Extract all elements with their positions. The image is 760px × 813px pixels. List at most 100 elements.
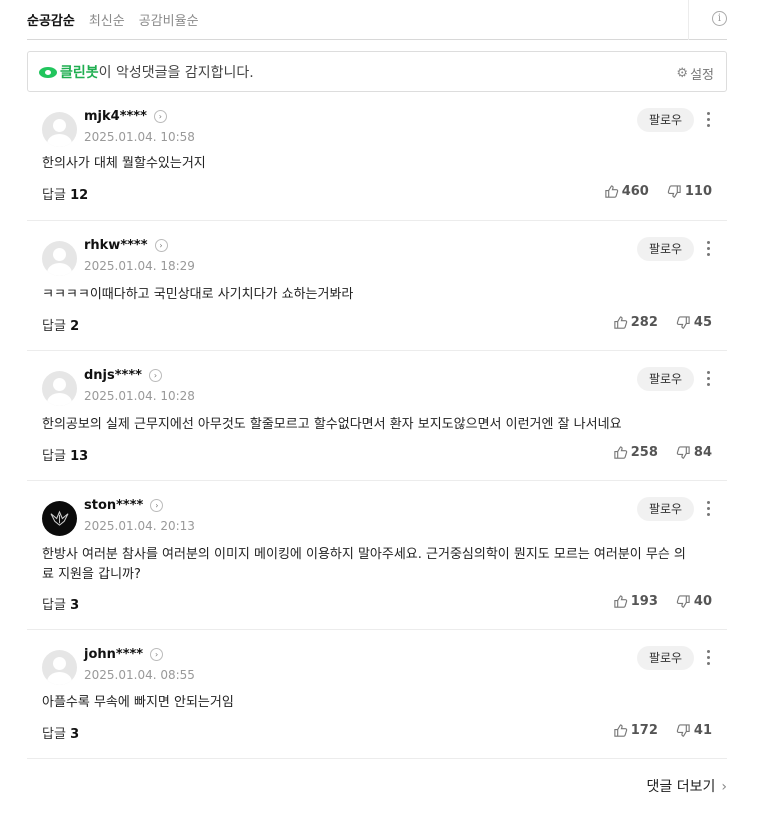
cleanbot-brand: 클린봇 — [60, 64, 99, 81]
comment-author[interactable]: mjk4**** › — [84, 109, 167, 124]
chevron-right-icon[interactable]: › — [150, 499, 164, 512]
thumbs-down-icon — [676, 316, 690, 329]
vote-group: 282 45 — [613, 315, 712, 330]
tab-sort-ratio[interactable]: 공감비율순 — [139, 10, 199, 29]
cleanbot-settings-button[interactable]: ⚙ 설정 — [676, 64, 714, 83]
dislike-count: 110 — [684, 184, 712, 199]
like-button[interactable]: 193 — [613, 594, 658, 609]
dislike-button[interactable]: 45 — [676, 315, 712, 330]
vote-group: 258 84 — [613, 445, 712, 460]
reply-button[interactable]: 답글 12 — [42, 184, 88, 203]
comment-author[interactable]: rhkw**** › — [84, 238, 168, 253]
settings-label: 설정 — [690, 68, 714, 83]
like-count: 193 — [630, 594, 658, 609]
thumbs-up-icon — [614, 724, 627, 737]
follow-button[interactable]: 팔로우 — [637, 367, 694, 391]
cleanbot-eye-icon — [38, 65, 58, 79]
thumbs-down-icon — [676, 446, 690, 459]
divider — [688, 0, 689, 40]
comment-author[interactable]: dnjs**** › — [84, 368, 162, 383]
dislike-button[interactable]: 41 — [676, 723, 712, 738]
comment-text: 한의사가 대체 뭘할수있는거지 — [42, 156, 206, 171]
dislike-count: 45 — [693, 315, 712, 330]
thumbs-up-icon — [614, 446, 627, 459]
dislike-button[interactable]: 110 — [667, 184, 712, 199]
tab-sort-likes[interactable]: 순공감순 — [27, 10, 75, 29]
more-options-icon[interactable] — [707, 649, 711, 667]
like-button[interactable]: 172 — [613, 723, 658, 738]
comment-text: 한의공보의 실제 근무지에선 아무것도 할줄모르고 할수없다면서 환자 보지도않… — [42, 417, 622, 432]
reply-count: 3 — [70, 598, 80, 613]
comment-date: 2025.01.04. 18:29 — [84, 259, 195, 273]
tab-sort-latest[interactable]: 최신순 — [89, 10, 125, 29]
comment-item: ston**** › 2025.01.04. 20:13 팔로우 한방사 여러분 … — [27, 481, 727, 630]
comment-text: 아플수록 무속에 빠지면 안되는거임 — [42, 695, 234, 710]
like-button[interactable]: 460 — [604, 184, 649, 199]
reply-button[interactable]: 답글 3 — [42, 594, 79, 613]
vote-group: 193 40 — [613, 594, 712, 609]
comment-date: 2025.01.04. 20:13 — [84, 519, 195, 533]
comment-item: john**** › 2025.01.04. 08:55 팔로우 아플수록 무속에… — [27, 630, 727, 759]
dislike-count: 40 — [693, 594, 712, 609]
comment-author[interactable]: john**** › — [84, 647, 164, 662]
like-count: 282 — [630, 315, 658, 330]
chevron-right-icon[interactable]: › — [153, 110, 167, 123]
vote-group: 172 41 — [613, 723, 712, 738]
avatar[interactable] — [42, 371, 77, 406]
reply-count: 13 — [70, 449, 89, 464]
dislike-count: 84 — [693, 445, 712, 460]
comment-date: 2025.01.04. 10:28 — [84, 389, 195, 403]
chevron-right-icon[interactable]: › — [150, 648, 164, 661]
follow-button[interactable]: 팔로우 — [637, 646, 694, 670]
thumbs-up-icon — [614, 316, 627, 329]
reply-button[interactable]: 답글 2 — [42, 315, 79, 334]
follow-button[interactable]: 팔로우 — [637, 497, 694, 521]
like-count: 258 — [630, 445, 658, 460]
avatar[interactable] — [42, 241, 77, 276]
cleanbot-message: 이 악성댓글을 감지합니다. — [98, 64, 254, 81]
comment-section: 순공감순 최신순 공감비율순 i 클린봇 이 악성댓글을 감지합니다. ⚙ 설정… — [27, 0, 727, 795]
dislike-button[interactable]: 84 — [676, 445, 712, 460]
comment-date: 2025.01.04. 08:55 — [84, 668, 195, 682]
comment-date: 2025.01.04. 10:58 — [84, 130, 195, 144]
like-count: 172 — [630, 723, 658, 738]
dislike-button[interactable]: 40 — [676, 594, 712, 609]
chevron-right-icon[interactable]: › — [154, 239, 168, 252]
comment-item: mjk4**** › 2025.01.04. 10:58 팔로우 한의사가 대체 … — [27, 92, 727, 221]
comment-item: rhkw**** › 2025.01.04. 18:29 팔로우 ㅋㅋㅋㅋ이때다하… — [27, 221, 727, 351]
follow-button[interactable]: 팔로우 — [637, 108, 694, 132]
like-count: 460 — [621, 184, 649, 199]
reply-count: 2 — [70, 319, 80, 334]
avatar[interactable] — [42, 501, 77, 536]
thumbs-up-icon — [614, 595, 627, 608]
follow-button[interactable]: 팔로우 — [637, 237, 694, 261]
like-button[interactable]: 258 — [613, 445, 658, 460]
comment-text: 한방사 여러분 참사를 여러분의 이미지 메이킹에 이용하지 말아주세요. 근거… — [42, 547, 686, 582]
more-options-icon[interactable] — [707, 370, 711, 388]
more-comments-link[interactable]: 댓글 더보기 › — [647, 776, 727, 796]
eagle-logo-icon — [50, 510, 69, 526]
thumbs-down-icon — [676, 724, 690, 737]
comment-author[interactable]: ston**** › — [84, 498, 164, 513]
reply-count: 12 — [70, 188, 89, 203]
thumbs-up-icon — [605, 185, 618, 198]
chevron-right-icon: › — [721, 779, 727, 795]
reply-button[interactable]: 답글 13 — [42, 445, 88, 464]
dislike-count: 41 — [693, 723, 712, 738]
like-button[interactable]: 282 — [613, 315, 658, 330]
thumbs-down-icon — [676, 595, 690, 608]
gear-icon: ⚙ — [676, 66, 689, 81]
more-options-icon[interactable] — [707, 240, 711, 258]
cleanbot-banner: 클린봇 이 악성댓글을 감지합니다. ⚙ 설정 — [27, 51, 727, 92]
more-options-icon[interactable] — [707, 500, 711, 518]
thumbs-down-icon — [667, 185, 681, 198]
vote-group: 460 110 — [604, 184, 712, 199]
reply-button[interactable]: 답글 3 — [42, 723, 79, 742]
more-options-icon[interactable] — [707, 111, 711, 129]
sort-bar: 순공감순 최신순 공감비율순 i — [27, 0, 727, 40]
comment-text: ㅋㅋㅋㅋ이때다하고 국민상대로 사기치다가 쇼하는거봐라 — [42, 287, 354, 302]
avatar[interactable] — [42, 650, 77, 685]
avatar[interactable] — [42, 112, 77, 147]
chevron-right-icon[interactable]: › — [148, 369, 162, 382]
info-icon[interactable]: i — [712, 11, 727, 26]
